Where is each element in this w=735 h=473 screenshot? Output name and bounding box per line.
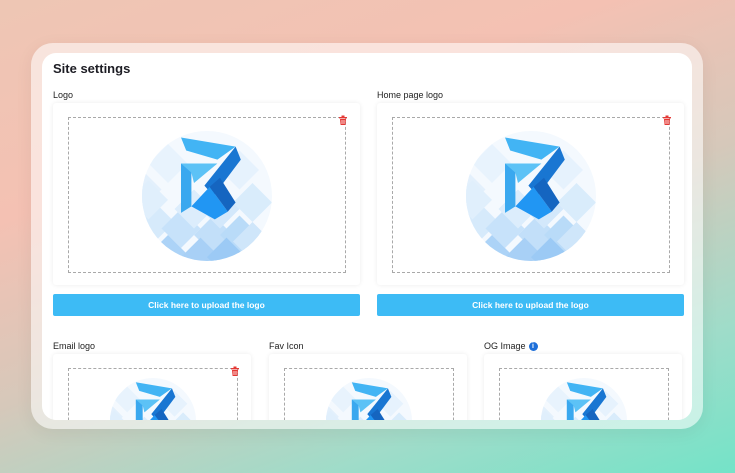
email-logo-card [53, 354, 251, 420]
og-image-label-row: OG Image i [484, 341, 538, 352]
logo-dropzone[interactable] [68, 117, 346, 273]
logo-label: Logo [53, 90, 74, 100]
email-logo-dropzone[interactable] [68, 368, 238, 420]
home-page-logo-dropzone[interactable] [392, 117, 670, 273]
home-page-logo-preview-image [448, 131, 614, 261]
fav-icon-preview-image [314, 378, 424, 420]
delete-email-logo-icon[interactable] [229, 365, 241, 377]
delete-home-page-logo-icon[interactable] [661, 114, 673, 126]
home-page-logo-label: Home page logo [377, 90, 444, 100]
logo-card [53, 103, 360, 285]
logo-preview-image [124, 131, 290, 261]
og-image-preview-image [529, 378, 639, 420]
fav-icon-dropzone[interactable] [284, 368, 454, 420]
og-image-label: OG Image [484, 341, 526, 351]
info-icon[interactable]: i [528, 342, 538, 352]
fav-icon-card [269, 354, 467, 420]
home-page-logo-card [377, 103, 684, 285]
delete-logo-icon[interactable] [337, 114, 349, 126]
og-image-dropzone[interactable] [499, 368, 669, 420]
og-image-card [484, 354, 682, 420]
email-logo-label: Email logo [53, 341, 96, 351]
page-title: Site settings [53, 61, 131, 76]
fav-icon-label: Fav Icon [269, 341, 304, 351]
site-settings-panel: Site settings Logo Click here to upload … [42, 53, 692, 420]
email-logo-preview-image [98, 378, 208, 420]
upload-logo-button[interactable]: Click here to upload the logo [53, 294, 360, 316]
upload-home-page-logo-button[interactable]: Click here to upload the logo [377, 294, 684, 316]
